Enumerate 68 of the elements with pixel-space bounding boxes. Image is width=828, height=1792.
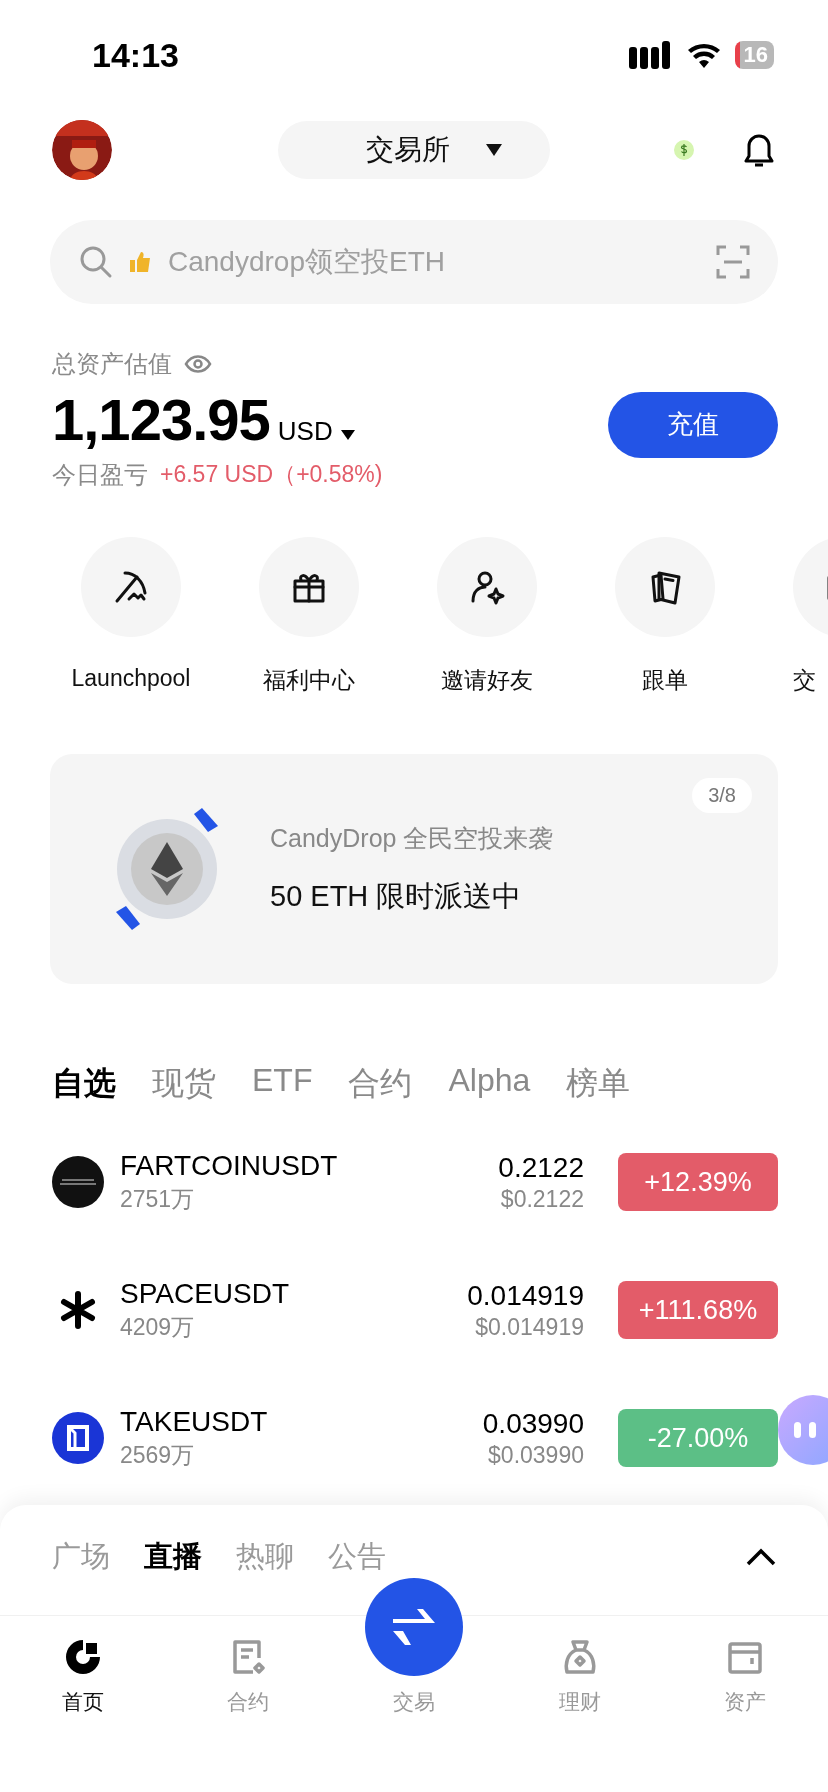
market-tab[interactable]: Alpha (448, 1062, 531, 1106)
feed-tab[interactable]: 直播 (144, 1537, 202, 1577)
volume: 4209万 (120, 1312, 196, 1342)
usd-price: $0.03990 (488, 1441, 584, 1469)
caret-icon (340, 430, 355, 440)
signal-icon (628, 41, 673, 69)
page-indicator: 3/8 (692, 778, 752, 813)
market-tab[interactable]: 自选 (52, 1062, 116, 1106)
nav-item[interactable]: 交易 (331, 1578, 497, 1716)
nav-item[interactable]: 首页 (0, 1638, 166, 1716)
status-time: 14:13 (92, 35, 179, 75)
pair-symbol: FARTCOINUSDT (120, 1149, 339, 1182)
deposit-button[interactable]: 充值 (608, 391, 778, 458)
exchange-switcher[interactable]: 交易所 (278, 121, 550, 179)
currency-selector[interactable]: USD (277, 416, 333, 447)
caret-icon (486, 144, 502, 156)
feed-tab[interactable]: 广场 (52, 1537, 110, 1577)
nav-item[interactable]: 合约 (165, 1638, 332, 1716)
market-tab[interactable]: 合约 (348, 1062, 413, 1106)
promo-banner[interactable]: CandyDrop 全民空投来袭 50 ETH 限时派送中 3/8 (50, 754, 778, 984)
search-input[interactable]: Candydrop领空投ETH (166, 245, 702, 279)
shortcut-label: 邀请好友 (441, 666, 533, 695)
last-price: 0.2122 (498, 1151, 584, 1184)
shortcut-label: 交 (793, 666, 816, 695)
change-badge: +12.39% (618, 1153, 778, 1211)
total-balance: 1,123.95 (52, 386, 270, 453)
change-badge: -27.00% (618, 1409, 778, 1467)
feed-tab[interactable]: 公告 (328, 1537, 386, 1577)
market-tab[interactable]: ETF (252, 1062, 313, 1106)
asterisk-icon (58, 1290, 98, 1330)
pnl-value: +6.57 USD（+0.58%) (160, 460, 383, 489)
market-row[interactable]: FARTCOINUSDT 2751万 0.2122 $0.2122 +12.39% (52, 1150, 778, 1214)
usd-price: $0.014919 (475, 1313, 584, 1341)
coin-logo-icon (52, 1412, 104, 1464)
market-tab[interactable]: 榜单 (566, 1062, 631, 1106)
search-field[interactable]: Candydrop领空投ETH (50, 220, 778, 304)
pair-symbol: SPACEUSDT (120, 1277, 291, 1310)
banner-subtitle: CandyDrop 全民空投来袭 (270, 822, 554, 854)
scan-icon[interactable] (716, 245, 750, 279)
nav-item[interactable]: 资产 (662, 1638, 828, 1716)
search-icon (78, 244, 114, 280)
dollar-coin-icon[interactable] (674, 140, 694, 160)
shortcut-label: Launchpool (71, 665, 191, 692)
market-row[interactable]: SPACEUSDT 4209万 0.014919 $0.014919 +111.68% (52, 1278, 778, 1342)
home-icon (63, 1638, 102, 1676)
banner-title: 50 ETH 限时派送中 (270, 878, 523, 914)
change-badge: +111.68% (618, 1281, 778, 1339)
pnl-label: 今日盈亏 (52, 460, 148, 490)
chevron-up-icon[interactable] (746, 1548, 776, 1566)
assets-label: 总资产估值 (52, 349, 172, 379)
last-price: 0.03990 (482, 1407, 584, 1440)
feed-tab[interactable]: 热聊 (236, 1537, 294, 1577)
battery-indicator: 16 (734, 41, 774, 69)
usd-price: $0.2122 (500, 1185, 584, 1213)
nav-item[interactable]: 理财 (496, 1638, 663, 1716)
volume: 2751万 (120, 1184, 196, 1214)
pair-symbol: TAKEUSDT (120, 1405, 269, 1438)
thumbs-up-icon (128, 250, 152, 274)
shortcut-label: 跟单 (642, 666, 688, 695)
market-row[interactable]: TAKEUSDT 2569万 0.03990 $0.03990 -27.00% (52, 1406, 778, 1470)
volume: 2569万 (120, 1440, 196, 1470)
eye-icon[interactable] (184, 354, 212, 374)
last-price: 0.014919 (467, 1279, 584, 1312)
eyes-icon (792, 1420, 818, 1440)
coin-logo-icon (52, 1156, 104, 1208)
market-tab[interactable]: 现货 (152, 1062, 216, 1106)
wifi-icon (686, 42, 721, 68)
shortcut-label: 福利中心 (263, 666, 355, 695)
